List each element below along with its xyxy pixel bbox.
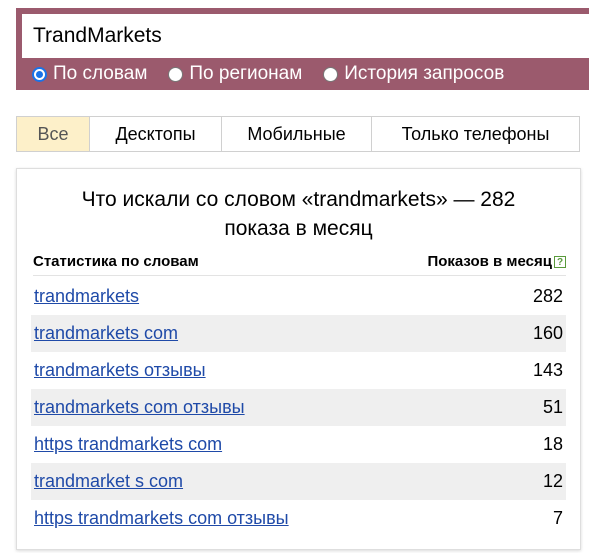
mode-by-words-label: По словам bbox=[53, 63, 148, 84]
keyword-link[interactable]: https trandmarkets com bbox=[34, 434, 222, 455]
mode-history-radio[interactable]: История запросов bbox=[323, 63, 504, 85]
search-mode-group: По словам По регионам История запросов bbox=[32, 60, 525, 88]
panel-title-line1: Что искали со словом «trandmarkets» — 28… bbox=[81, 188, 516, 211]
tab-all[interactable]: Все bbox=[16, 117, 90, 151]
word-stats-panel: Что искали со словом «trandmarkets» — 28… bbox=[16, 168, 581, 550]
device-tabs: Все Десктопы Мобильные Только телефоны bbox=[16, 116, 580, 152]
mode-history-label: История запросов bbox=[344, 63, 505, 84]
search-input[interactable] bbox=[22, 14, 589, 58]
table-row: https trandmarkets com отзывы 7 bbox=[31, 500, 566, 537]
table-row: https trandmarkets com 18 bbox=[31, 426, 566, 463]
column-count-header: Показов в месяц ? bbox=[427, 253, 566, 270]
keyword-link[interactable]: https trandmarkets com отзывы bbox=[34, 508, 289, 529]
keyword-link[interactable]: trandmarkets com bbox=[34, 323, 178, 344]
impressions-count: 12 bbox=[542, 471, 563, 491]
mode-by-words-radio[interactable]: По словам bbox=[32, 63, 147, 85]
keyword-link[interactable]: trandmarkets com отзывы bbox=[34, 397, 245, 418]
search-band: По словам По регионам История запросов bbox=[16, 8, 589, 90]
impressions-count: 7 bbox=[552, 508, 563, 528]
stats-table-body: trandmarkets 282 trandmarkets com 160 tr… bbox=[31, 278, 566, 537]
column-keyword-header: Статистика по словам bbox=[33, 253, 199, 270]
mode-by-regions-radio[interactable]: По регионам bbox=[168, 63, 302, 85]
table-header: Статистика по словам Показов в месяц ? bbox=[33, 253, 566, 276]
impressions-count: 143 bbox=[532, 360, 563, 380]
tab-phones-only[interactable]: Только телефоны bbox=[372, 117, 580, 151]
radio-unchecked-icon bbox=[168, 66, 184, 82]
help-icon[interactable]: ? bbox=[554, 255, 566, 268]
table-row: trandmarkets com 160 bbox=[31, 315, 566, 352]
impressions-count: 282 bbox=[532, 286, 563, 306]
panel-title-line2: показа в месяц bbox=[224, 217, 373, 240]
keyword-link[interactable]: trandmarkets отзывы bbox=[34, 360, 206, 381]
panel-title: Что искали со словом «trandmarkets» — 28… bbox=[17, 185, 580, 243]
impressions-count: 18 bbox=[542, 434, 563, 454]
keyword-link[interactable]: trandmarket s com bbox=[34, 471, 183, 492]
keyword-link[interactable]: trandmarkets bbox=[34, 286, 139, 307]
table-row: trandmarkets 282 bbox=[31, 278, 566, 315]
tab-desktops[interactable]: Десктопы bbox=[90, 117, 222, 151]
mode-by-regions-label: По регионам bbox=[189, 63, 303, 84]
table-row: trandmarkets com отзывы 51 bbox=[31, 389, 566, 426]
radio-checked-icon bbox=[32, 66, 47, 82]
table-row: trandmarket s com 12 bbox=[31, 463, 566, 500]
table-row: trandmarkets отзывы 143 bbox=[31, 352, 566, 389]
radio-unchecked-icon bbox=[323, 66, 339, 82]
column-count-label: Показов в месяц bbox=[427, 253, 552, 270]
impressions-count: 51 bbox=[542, 397, 563, 417]
impressions-count: 160 bbox=[532, 323, 563, 343]
tab-mobile[interactable]: Мобильные bbox=[222, 117, 372, 151]
